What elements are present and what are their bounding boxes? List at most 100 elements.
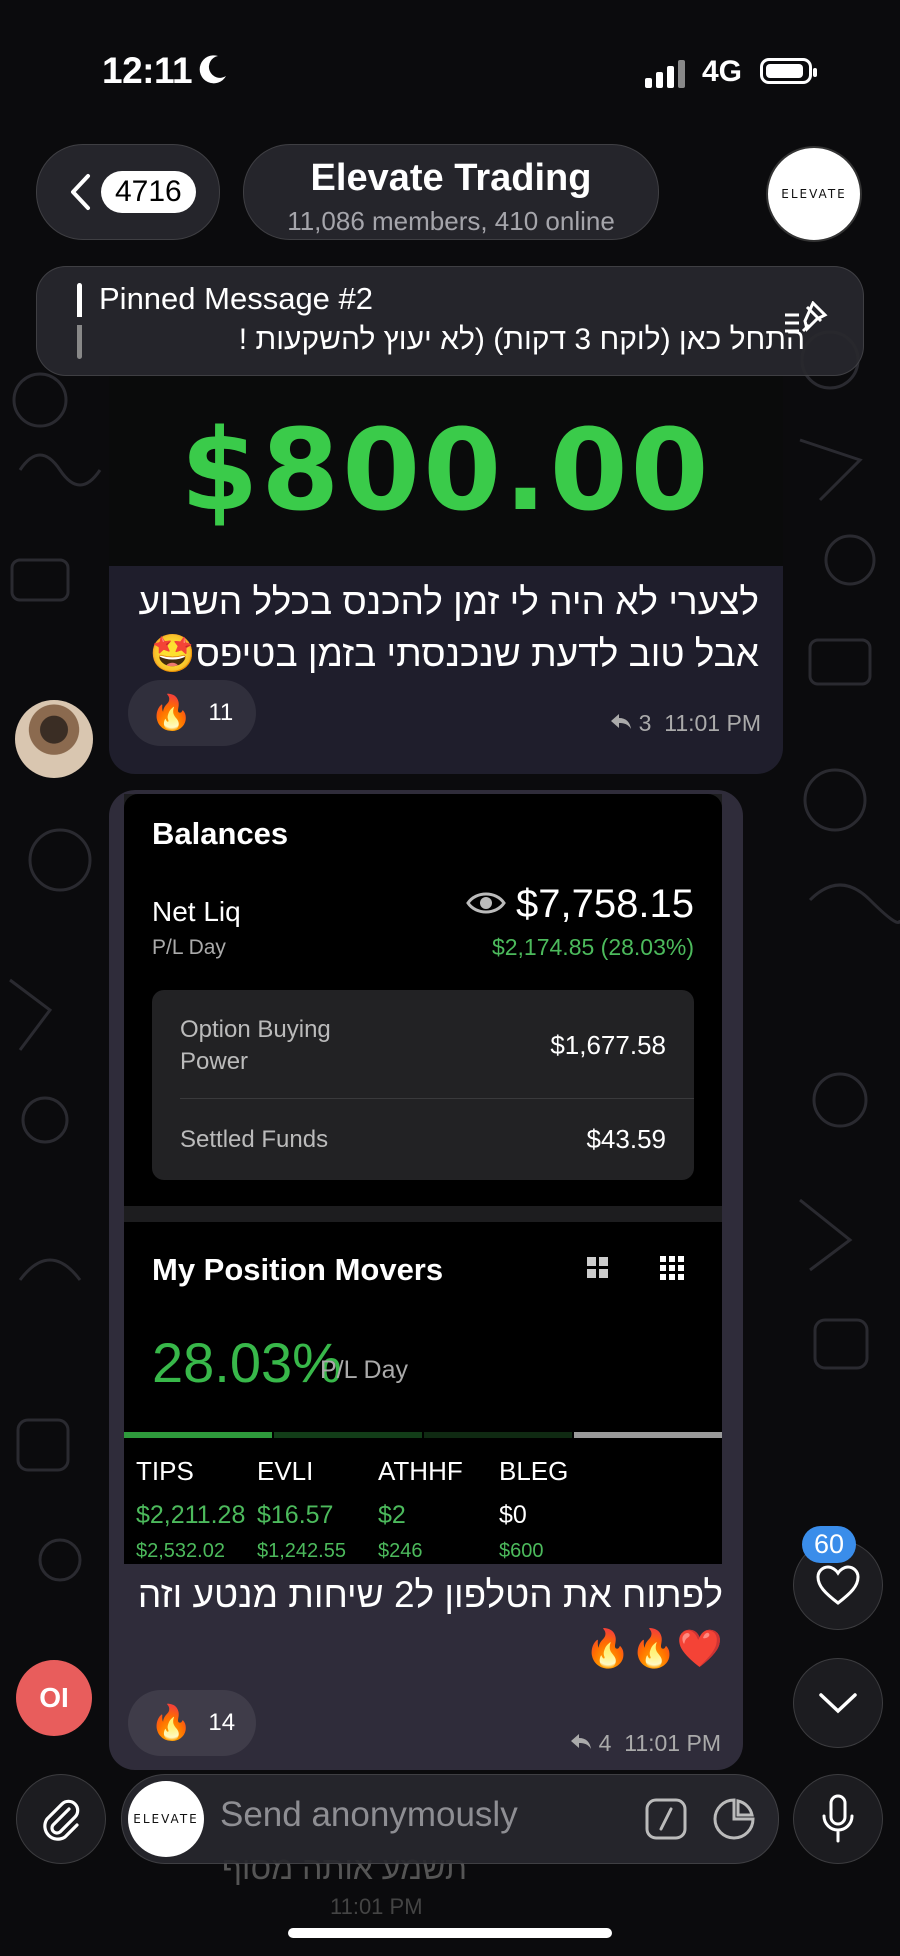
message-text-line: לצערי לא היה לי זמן להכנס בכלל השבוע (138, 581, 760, 622)
microphone-icon (822, 1794, 854, 1843)
ticker-value: $2,211.28 (136, 1501, 246, 1529)
paperclip-icon (43, 1799, 80, 1841)
message-text: לפתוח את הטלפון ל2 שיחות מנטע וזה ❤️🔥🔥 (123, 1568, 723, 1676)
ticker-subvalue: $246 (378, 1540, 423, 1562)
option-bp-label: Option Buying Power (180, 1016, 331, 1075)
pl-change: $2,174.85 (28.03%) (491, 934, 694, 960)
image-amount: $800.00 (180, 406, 712, 536)
home-indicator (288, 1928, 612, 1938)
reaction-count: 11 (208, 699, 234, 726)
fire-emoji: 🔥 (150, 1704, 193, 1742)
pin-list-icon[interactable] (783, 301, 831, 341)
network-type: 4G (702, 55, 743, 88)
message-text-line: ❤️🔥🔥 (584, 1628, 723, 1669)
movers-percent: 28.03% (152, 1331, 342, 1394)
balances-card: Balances Net Liq P/L Day $7,758.15 $2,17… (124, 794, 722, 1206)
chat-title: Elevate Trading (310, 157, 592, 199)
divider (180, 1098, 694, 1099)
eye-icon (466, 892, 506, 914)
net-liq-label: Net Liq (152, 896, 241, 927)
ticker-tips: TIPS $2,211.28 $2,532.02 (136, 1456, 276, 1563)
message-input[interactable]: ELEVATE Send anonymously (121, 1774, 779, 1864)
settled-funds-label: Settled Funds (180, 1126, 329, 1153)
reply-count: 3 (638, 710, 652, 736)
channel-avatar[interactable]: ELEVATE (766, 146, 862, 242)
message-bubble[interactable]: $800.00 לצערי לא היה לי זמן להכנס בכלל ה… (109, 376, 783, 774)
send-as-avatar[interactable]: ELEVATE (128, 1781, 204, 1857)
movers-pl-label: P/L Day (320, 1356, 409, 1384)
fire-emoji: 🔥 (150, 694, 193, 732)
pinned-text: התחל כאן (לוקח 3 דקות) (לא יעוץ להשקעות … (238, 323, 805, 356)
grid-3x3-icon (660, 1256, 684, 1280)
pl-day-label: P/L Day (152, 936, 226, 959)
chat-subtitle: 11,086 members, 410 online (287, 206, 615, 236)
ticker-value: $0 (499, 1501, 527, 1529)
sticker-icon[interactable] (712, 1797, 756, 1841)
sender-avatar[interactable] (15, 700, 93, 778)
message-screenshot[interactable]: Balances Net Liq P/L Day $7,758.15 $2,17… (124, 794, 722, 1564)
ticker-subvalue: $600 (499, 1540, 544, 1562)
message-image[interactable]: $800.00 (109, 376, 783, 566)
settled-funds-value: $43.59 (586, 1124, 666, 1154)
mover-bar (124, 1432, 272, 1438)
unread-count-badge: 4716 (101, 171, 196, 213)
mover-bar (424, 1432, 572, 1438)
ticker-symbol: ATHHF (378, 1456, 463, 1486)
hidden-message-time: 11:01 PM (330, 1894, 423, 1919)
avatar-logo-text: ELEVATE (781, 187, 847, 201)
chevron-left-icon (71, 174, 90, 210)
ticker-symbol: BLEG (499, 1456, 569, 1486)
ticker-subvalue: $2,532.02 (136, 1540, 225, 1562)
pinned-message-bar[interactable]: Pinned Message #2 התחל כאן (לוקח 3 דקות)… (36, 266, 864, 376)
sender-initials-avatar[interactable]: OI (16, 1660, 92, 1736)
moon-icon (199, 55, 226, 84)
movers-title: My Position Movers (152, 1252, 444, 1287)
message-text: לצערי לא היה לי זמן להכנס בכלל השבוע אבל… (109, 566, 783, 680)
battery-icon (760, 58, 817, 84)
reply-icon[interactable] (610, 713, 632, 731)
reactions-badge: 60 (802, 1526, 857, 1563)
reaction-count: 14 (208, 1709, 236, 1736)
scroll-down-button[interactable] (793, 1658, 883, 1748)
message-bubble[interactable]: Balances Net Liq P/L Day $7,758.15 $2,17… (109, 790, 743, 1770)
grid-2x2-icon (587, 1257, 608, 1278)
signal-icon (645, 60, 685, 88)
ticker-athhf: ATHHF $2 $246 (378, 1456, 518, 1563)
chat-title-pill[interactable]: Elevate Trading 11,086 members, 410 onli… (243, 144, 659, 240)
mover-bar (574, 1432, 722, 1438)
ticker-symbol: TIPS (136, 1456, 194, 1486)
heart-icon (816, 1565, 860, 1605)
pinned-title: Pinned Message #2 (99, 281, 374, 316)
movers-card: My Position Movers 28.03% P/L Day TIPS $… (124, 1222, 722, 1564)
status-time: 12:11 (102, 50, 193, 91)
mover-bar (274, 1432, 422, 1438)
reply-count: 4 (598, 1730, 612, 1756)
input-placeholder: Send anonymously (220, 1795, 518, 1834)
message-time: 11:01 PM (624, 1730, 721, 1756)
attach-button[interactable] (16, 1774, 106, 1864)
ticker-symbol: EVLI (257, 1456, 314, 1486)
funds-card: Option Buying Power $1,677.58 Settled Fu… (152, 990, 694, 1180)
message-meta: 3 11:01 PM (610, 710, 761, 737)
balances-title: Balances (152, 816, 289, 851)
pinned-indicator (77, 283, 82, 359)
option-bp-value: $1,677.58 (550, 1030, 666, 1060)
avatar-logo-text: ELEVATE (133, 1812, 199, 1826)
chevron-down-icon (819, 1693, 857, 1714)
ticker-subvalue: $1,242.55 (257, 1540, 346, 1562)
movers-bars (124, 1432, 722, 1438)
message-text-line: אבל טוב לדעת שנכנסתי בזמן בטיפס🤩 (149, 633, 759, 674)
command-icon[interactable] (644, 1797, 688, 1841)
reaction-chip[interactable]: 🔥 14 (128, 1690, 256, 1756)
message-time: 11:01 PM (664, 710, 761, 736)
reply-icon[interactable] (570, 1733, 592, 1751)
message-meta: 4 11:01 PM (570, 1730, 721, 1757)
ticker-value: $2 (378, 1501, 406, 1529)
message-text-line: לפתוח את הטלפון ל2 שיחות מנטע וזה (137, 1574, 723, 1615)
ticker-evli: EVLI $16.57 $1,242.55 (257, 1456, 397, 1563)
reaction-chip[interactable]: 🔥 11 (128, 680, 256, 746)
voice-record-button[interactable] (793, 1774, 883, 1864)
back-button[interactable]: 4716 (36, 144, 220, 240)
net-liq-value: $7,758.15 (516, 882, 694, 926)
ticker-bleg: BLEG $0 $600 (499, 1456, 639, 1563)
